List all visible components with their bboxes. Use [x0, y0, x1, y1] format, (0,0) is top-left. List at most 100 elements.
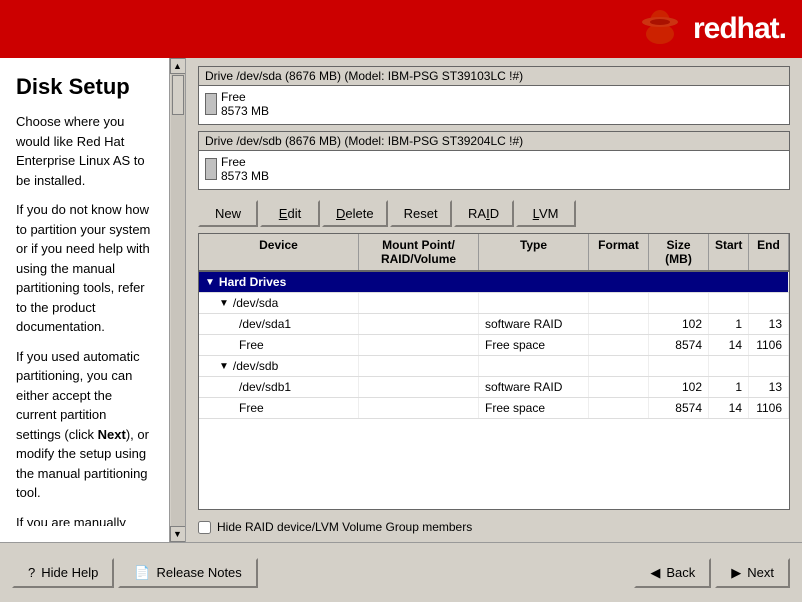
next-button[interactable]: ▶ Next	[715, 558, 790, 588]
new-button[interactable]: New	[198, 200, 258, 227]
sda-type	[479, 293, 589, 313]
help-icon: ?	[28, 565, 35, 580]
left-panel-scrollbar[interactable]: ▲ ▼	[169, 58, 185, 542]
drive-sda-label: Free 8573 MB	[221, 90, 269, 118]
sdb-end	[749, 356, 789, 376]
group-hard-drives-label: ▼ Hard Drives	[199, 272, 789, 292]
release-notes-button[interactable]: 📄 Release Notes	[118, 558, 257, 588]
sdb-free-end: 1106	[749, 398, 789, 418]
sdb-free-format	[589, 398, 649, 418]
drive-sda-bar	[205, 93, 217, 115]
sdb-start	[709, 356, 749, 376]
description-3: If you used automatic partitioning, you …	[16, 347, 153, 503]
col-format: Format	[589, 234, 649, 270]
sda-free-start: 14	[709, 335, 749, 355]
table-row-sdb-free[interactable]: Free Free space 8574 14 1106	[199, 398, 789, 419]
sda1-end: 13	[749, 314, 789, 334]
drive-sda-content: Free 8573 MB	[199, 86, 789, 124]
sdb-expand-icon: ▼	[219, 361, 229, 372]
logo-hat: hat.	[737, 12, 786, 46]
description-1: Choose where you would like Red Hat Ente…	[16, 112, 153, 190]
footer-right-buttons: ◀ Back ▶ Next	[634, 558, 790, 588]
hide-raid-checkbox[interactable]	[198, 521, 211, 534]
partition-toolbar: New Edit Delete Reset RAID LVM	[198, 200, 790, 227]
scroll-down-arrow[interactable]: ▼	[170, 526, 186, 542]
drive-sda-header: Drive /dev/sda (8676 MB) (Model: IBM-PSG…	[199, 67, 789, 86]
sda-free-format	[589, 335, 649, 355]
col-end: End	[749, 234, 789, 270]
logo-red: red	[693, 12, 737, 46]
footer-left-buttons: ? Hide Help 📄 Release Notes	[12, 558, 258, 588]
sda-free-end: 1106	[749, 335, 789, 355]
scroll-thumb[interactable]	[172, 75, 184, 115]
group-hard-drives[interactable]: ▼ Hard Drives	[199, 272, 789, 293]
page-title: Disk Setup	[16, 74, 153, 100]
hide-help-button[interactable]: ? Hide Help	[12, 558, 114, 588]
scroll-track	[171, 74, 185, 526]
drive-sdb-header: Drive /dev/sdb (8676 MB) (Model: IBM-PSG…	[199, 132, 789, 151]
expand-icon: ▼	[205, 277, 215, 288]
sda1-start: 1	[709, 314, 749, 334]
sda-free-type: Free space	[479, 335, 589, 355]
sda-mount	[359, 293, 479, 313]
back-arrow-icon: ◀	[650, 565, 660, 581]
sdb-free-start: 14	[709, 398, 749, 418]
drive-sdb-content: Free 8573 MB	[199, 151, 789, 189]
sdb1-device: /dev/sdb1	[199, 377, 359, 397]
sda-free-device: Free	[199, 335, 359, 355]
sdb1-size: 102	[649, 377, 709, 397]
table-row-sda1[interactable]: /dev/sda1 software RAID 102 1 13	[199, 314, 789, 335]
redhat-figure-icon	[635, 4, 685, 54]
lvm-button[interactable]: LVM	[516, 200, 576, 227]
sdb-mount	[359, 356, 479, 376]
col-size: Size(MB)	[649, 234, 709, 270]
table-row-sdb1[interactable]: /dev/sdb1 software RAID 102 1 13	[199, 377, 789, 398]
edit-button[interactable]: Edit	[260, 200, 320, 227]
right-panel: Drive /dev/sda (8676 MB) (Model: IBM-PSG…	[186, 58, 802, 542]
main-content: Disk Setup Choose where you would like R…	[0, 58, 802, 542]
sdb-free-device: Free	[199, 398, 359, 418]
drive-sdb-label: Free 8573 MB	[221, 155, 269, 183]
delete-button[interactable]: Delete	[322, 200, 388, 227]
sdb-device: ▼ /dev/sdb	[199, 356, 359, 376]
scroll-up-arrow[interactable]: ▲	[170, 58, 186, 74]
raid-button[interactable]: RAID	[454, 200, 514, 227]
left-panel: Disk Setup Choose where you would like R…	[0, 58, 186, 542]
col-device: Device	[199, 234, 359, 270]
sda-free-mount	[359, 335, 479, 355]
sda-format	[589, 293, 649, 313]
col-start: Start	[709, 234, 749, 270]
sdb1-end: 13	[749, 377, 789, 397]
col-type: Type	[479, 234, 589, 270]
header: red hat.	[0, 0, 802, 58]
drive-sdb-section: Drive /dev/sdb (8676 MB) (Model: IBM-PSG…	[198, 131, 790, 190]
sdb1-type: software RAID	[479, 377, 589, 397]
reset-button[interactable]: Reset	[390, 200, 452, 227]
drive-sda-section: Drive /dev/sda (8676 MB) (Model: IBM-PSG…	[198, 66, 790, 125]
hide-raid-label: Hide RAID device/LVM Volume Group member…	[217, 520, 472, 534]
description-4: If you are manually partitioning your sy…	[16, 513, 153, 527]
sdb-size	[649, 356, 709, 376]
table-row-sda-free[interactable]: Free Free space 8574 14 1106	[199, 335, 789, 356]
sdb-free-mount	[359, 398, 479, 418]
back-button[interactable]: ◀ Back	[634, 558, 711, 588]
sda-expand-icon: ▼	[219, 298, 229, 309]
sda1-type: software RAID	[479, 314, 589, 334]
table-header: Device Mount Point/RAID/Volume Type Form…	[199, 234, 789, 272]
sda1-size: 102	[649, 314, 709, 334]
redhat-logo: red hat.	[693, 12, 786, 46]
sdb-free-size: 8574	[649, 398, 709, 418]
sda-start	[709, 293, 749, 313]
sdb1-format	[589, 377, 649, 397]
sdb1-mount	[359, 377, 479, 397]
sdb-free-type: Free space	[479, 398, 589, 418]
drive-sdb-bar	[205, 158, 217, 180]
hide-raid-checkbox-row: Hide RAID device/LVM Volume Group member…	[198, 520, 790, 534]
footer: ? Hide Help 📄 Release Notes ◀ Back ▶ Nex…	[0, 542, 802, 602]
next-arrow-icon: ▶	[731, 565, 741, 581]
table-body: ▼ Hard Drives ▼ /dev/sda	[199, 272, 789, 419]
table-row-sda[interactable]: ▼ /dev/sda	[199, 293, 789, 314]
table-row-sdb[interactable]: ▼ /dev/sdb	[199, 356, 789, 377]
sda-size	[649, 293, 709, 313]
description-2: If you do not know how to partition your…	[16, 200, 153, 337]
